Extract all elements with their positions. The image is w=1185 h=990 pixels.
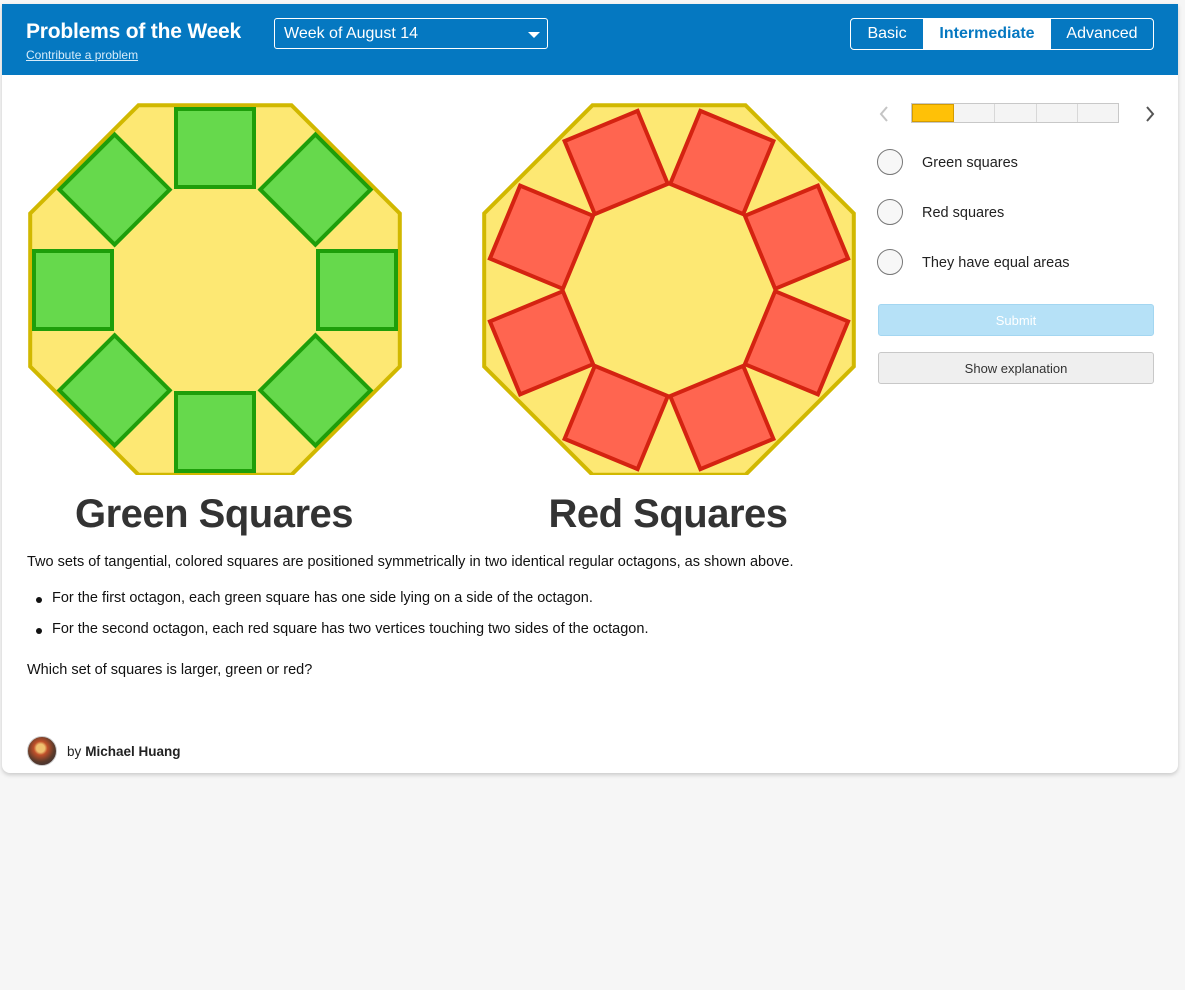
answer-label: Green squares <box>922 155 1018 171</box>
level-basic-button[interactable]: Basic <box>851 19 923 49</box>
page-title: Problems of the Week <box>26 20 242 43</box>
problem-question: Which set of squares is larger, green or… <box>27 662 313 678</box>
author-credit: by Michael Huang <box>27 735 181 767</box>
progress-segment <box>1077 104 1119 122</box>
author-name[interactable]: Michael Huang <box>85 744 180 759</box>
problem-bullets: For the first octagon, each green square… <box>27 590 847 637</box>
week-select-value: Week of August 14 <box>284 25 419 42</box>
octagon-shape <box>482 103 856 475</box>
chevron-down-icon <box>528 32 540 38</box>
answer-label: They have equal areas <box>922 255 1070 271</box>
problem-card: Problems of the Week Contribute a proble… <box>2 4 1178 773</box>
red-figure-title: Red Squares <box>548 492 788 536</box>
show-explanation-button[interactable]: Show explanation <box>878 352 1154 384</box>
radio-button[interactable] <box>877 249 903 275</box>
green-square <box>174 391 256 473</box>
level-intermediate-button[interactable]: Intermediate <box>923 19 1050 49</box>
answer-option-green[interactable]: Green squares <box>877 149 1157 179</box>
header-bar: Problems of the Week Contribute a proble… <box>2 4 1178 75</box>
green-square <box>32 249 114 331</box>
problem-figures <box>28 103 856 475</box>
answer-label: Red squares <box>922 205 1005 221</box>
radio-button[interactable] <box>877 199 903 225</box>
progress-bar <box>911 103 1119 123</box>
level-advanced-button[interactable]: Advanced <box>1050 19 1153 49</box>
submit-button[interactable]: Submit <box>878 304 1154 336</box>
avatar[interactable] <box>27 736 57 766</box>
level-toggle: Basic Intermediate Advanced <box>850 18 1154 50</box>
progress-segment <box>995 104 1037 122</box>
green-figure-title: Green Squares <box>74 492 354 536</box>
bullet-item: For the first octagon, each green square… <box>27 590 847 606</box>
green-square <box>316 249 398 331</box>
week-select[interactable]: Week of August 14 <box>274 18 548 49</box>
progress-segment <box>912 104 955 122</box>
problem-progress <box>872 102 1162 126</box>
green-square <box>174 107 256 189</box>
chevron-left-icon[interactable] <box>874 102 894 126</box>
progress-segment <box>1036 104 1078 122</box>
author-by-label: by <box>67 743 82 759</box>
answer-option-red[interactable]: Red squares <box>877 199 1157 229</box>
problem-text: Two sets of tangential, colored squares … <box>27 554 847 678</box>
contribute-link[interactable]: Contribute a problem <box>26 48 138 62</box>
progress-segment <box>954 104 996 122</box>
green-squares-figure <box>28 103 402 475</box>
chevron-right-icon[interactable] <box>1140 102 1160 126</box>
problem-intro: Two sets of tangential, colored squares … <box>27 554 794 570</box>
red-squares-figure <box>482 103 856 475</box>
answer-option-equal[interactable]: They have equal areas <box>877 249 1157 279</box>
bullet-item: For the second octagon, each red square … <box>27 621 847 637</box>
radio-button[interactable] <box>877 149 903 175</box>
